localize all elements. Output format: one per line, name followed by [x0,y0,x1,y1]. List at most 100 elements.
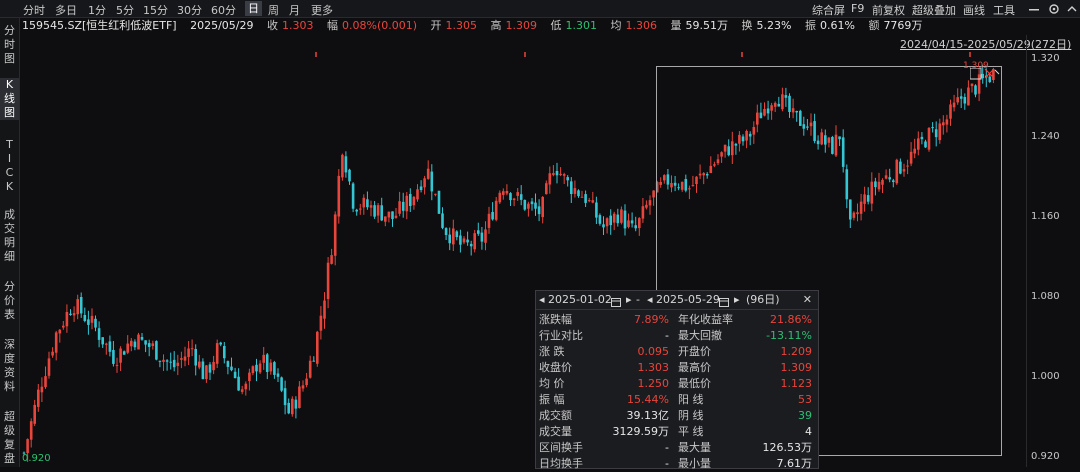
candle-body [409,194,412,206]
candle-body [62,325,65,328]
candle-body [51,351,54,356]
candle-body [187,348,190,358]
candle-body [902,169,906,172]
candle-body [895,159,899,184]
candle-body [455,231,459,238]
candle-body [727,146,730,156]
period-tab-monthly[interactable]: 月 [289,2,300,18]
rail-trade-detail[interactable]: 成交明细 [0,208,19,264]
candle-body [312,360,316,362]
stat-label: 开盘价 [678,345,711,358]
candle-body [677,187,680,189]
candle-body [541,197,544,218]
stat-row: 涨跌幅 7.89% 年化收益率 21.86% [536,312,818,328]
kline-chart[interactable] [20,35,1025,467]
candle-body [831,137,834,154]
candle-body [688,188,691,190]
candle-body [133,341,137,348]
candle-body [827,137,831,143]
end-prev-icon[interactable]: ◂ [647,291,653,309]
y-tick-1240: 1.240 [1031,131,1060,142]
candle-body [555,171,559,176]
candle-body [623,210,627,229]
tools-button[interactable]: 工具 [993,2,1015,18]
stat-value: 53 [798,393,812,406]
candle-body [630,220,634,224]
candle-body [756,112,759,125]
candle-body [884,175,888,179]
super-overlay-button[interactable]: 超级叠加 [912,2,956,18]
stat-label: 年化收益率 [678,313,733,326]
stat-label: 收盘价 [539,361,572,374]
f9-button[interactable]: F9 [851,2,864,15]
kline-svg [22,52,995,462]
candle-body [219,342,222,345]
rail-depth-info[interactable]: 深度资料 [0,338,19,394]
end-date[interactable]: 2025-05-29 [656,291,720,309]
candle-body [44,376,47,387]
candle-body [144,340,147,345]
high-label: 高 [490,19,502,32]
stat-value: 1.250 [637,377,670,390]
rail-price-table[interactable]: 分价表 [0,280,19,322]
candle-body [920,136,924,140]
candle-body [369,205,373,208]
period-tab-weekly[interactable]: 周 [268,2,279,18]
candle-body [927,128,931,150]
stat-value: 39 [798,409,812,422]
close-icon[interactable]: ✕ [803,291,812,309]
end-calendar-icon[interactable] [719,295,730,313]
end-next-icon[interactable]: ▸ [734,291,740,309]
stat-label: 阳 线 [678,393,704,406]
rail-tick[interactable]: TICK [0,138,19,194]
period-tab-5min[interactable]: 5分 [116,2,134,18]
candle-body [262,354,265,363]
candle-body [766,108,770,114]
candle-body [405,195,409,212]
stat-value: 15.44% [627,393,669,406]
stat-label: 日均换手 [539,457,583,470]
period-tab-60min[interactable]: 60分 [211,2,236,18]
draw-line-button[interactable]: 画线 [963,2,985,18]
rail-intraday-chart[interactable]: 分时图 [0,24,19,66]
start-date[interactable]: 2025-01-02 [548,291,612,309]
stat-value: - [665,329,669,342]
forward-adjust-button[interactable]: 前复权 [872,2,905,18]
candle-body [190,348,194,350]
candle-body [956,97,959,103]
start-calendar-icon[interactable] [611,295,622,313]
period-tab-daily[interactable]: 日 [245,1,262,16]
candle-body [430,171,434,192]
rail-super-review[interactable]: 超级复盘 [0,410,19,466]
open-label: 开 [430,19,442,32]
amplitude-label: 振 [804,19,816,32]
candle-body [587,200,591,202]
start-prev-icon[interactable]: ◂ [539,291,545,309]
change-value: 0.08%(0.001) [342,19,418,32]
composite-screen-button[interactable]: 综合屏 [812,2,845,18]
candle-body [398,201,401,214]
candle-body [684,179,688,191]
candle-body [79,297,83,314]
period-tab-multi-day[interactable]: 多日 [55,2,77,18]
candle-body [180,358,183,360]
candle-body [273,362,276,375]
candle-body [305,378,308,386]
amount-label: 额 [868,19,880,32]
candle-body [959,96,963,99]
candle-body [866,195,870,202]
period-tab-intraday[interactable]: 分时 [23,2,45,18]
candle-body [545,183,548,195]
selection-handle-icon[interactable] [969,67,1000,86]
period-tab-15min[interactable]: 15分 [143,2,168,18]
period-tab-more[interactable]: 更多 [311,2,333,18]
period-tab-30min[interactable]: 30分 [177,2,202,18]
rail-kline-chart[interactable]: K线图 [0,78,19,120]
candle-body [151,343,155,346]
stat-value: 3129.59万 [612,425,670,438]
candle-body [849,199,852,220]
candle-body [83,315,87,321]
start-next-icon[interactable]: ▸ [626,291,632,309]
avg-value: 1.306 [625,19,658,32]
period-tab-1min[interactable]: 1分 [88,2,106,18]
